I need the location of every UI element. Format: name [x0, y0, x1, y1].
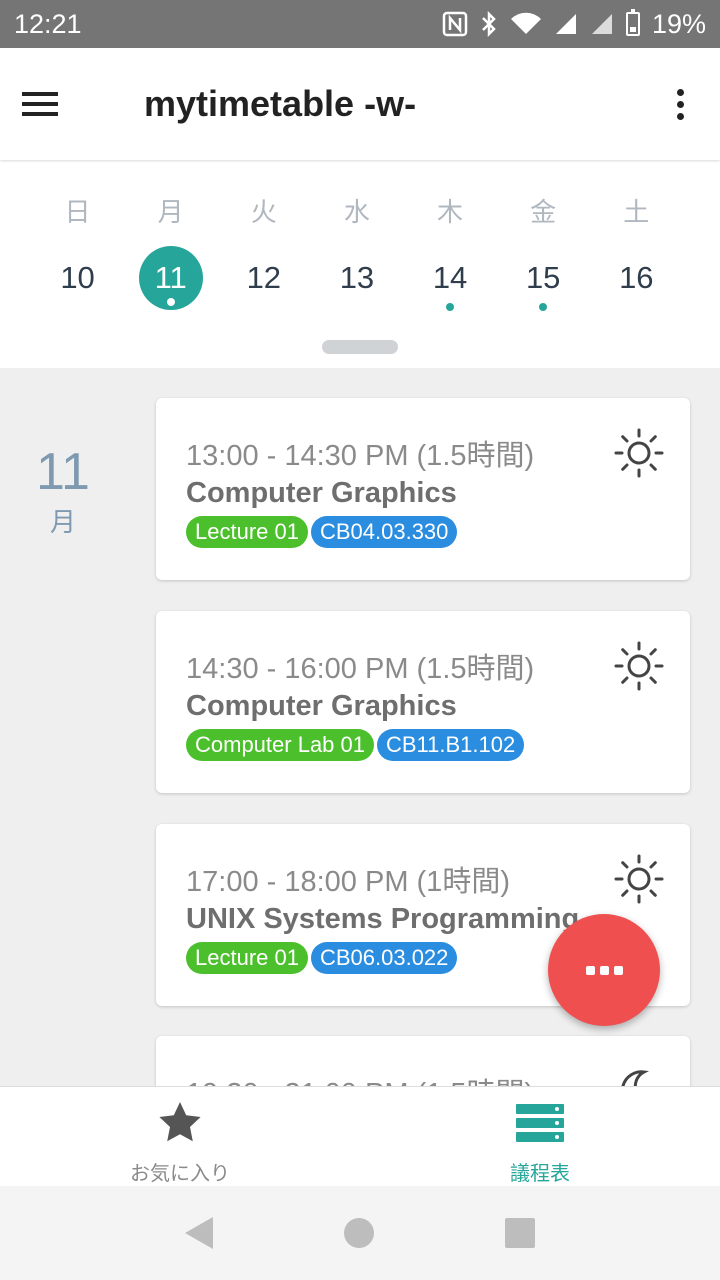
event-type-tag: Lecture 01 — [186, 942, 308, 974]
date-cell[interactable]: 11 — [138, 246, 203, 310]
event-card[interactable]: 13:00 - 14:30 PM (1.5時間) Computer Graphi… — [156, 398, 690, 580]
nav-schedule-label: 議程表 — [510, 1163, 570, 1185]
date-cell[interactable]: 15 — [511, 246, 575, 311]
date-number: 14 — [432, 260, 468, 295]
sun-icon — [614, 641, 664, 691]
day-weekday: 月 — [49, 507, 76, 537]
star-icon — [154, 1097, 206, 1149]
battery-icon — [625, 9, 640, 36]
date-cell[interactable]: 13 — [325, 246, 389, 310]
dot-icon — [613, 965, 623, 975]
system-navigation — [0, 1186, 720, 1280]
event-type-tag: Computer Lab 01 — [186, 729, 374, 761]
weekday-label: 土 — [623, 197, 650, 227]
weekday-header: 日月火水木金土 — [31, 192, 683, 229]
date-cell[interactable]: 16 — [604, 246, 668, 310]
bottom-navigation: お気に入り 議程表 — [0, 1086, 720, 1186]
weekday-label: 金 — [530, 197, 557, 227]
event-room-tag: CB06.03.022 — [310, 942, 458, 974]
event-subject: UNIX Systems Programming — [186, 903, 580, 935]
wifi-icon — [510, 9, 542, 39]
more-options-button[interactable] — [640, 48, 720, 160]
weekday-label: 木 — [437, 197, 464, 227]
week-strip: 日 月 火 水 木 金 土 10 11 12 13 14 15 16 — [0, 160, 720, 368]
date-number: 16 — [619, 260, 654, 295]
event-time: 17:00 - 18:00 PM (1時間) — [186, 866, 510, 898]
weekday-label: 日 — [64, 197, 91, 227]
more-vert-icon — [676, 88, 684, 120]
back-icon[interactable] — [185, 1217, 214, 1249]
drag-handle[interactable] — [322, 340, 398, 354]
event-indicator-dot — [539, 303, 548, 311]
date-number: 15 — [525, 260, 561, 295]
battery-percent: 19% — [651, 8, 706, 39]
status-time: 12:21 — [14, 8, 82, 39]
day-label: 11 月 — [28, 444, 98, 539]
event-time: 14:30 - 16:00 PM (1.5時間) — [186, 653, 535, 685]
event-subject: Computer Graphics — [186, 477, 457, 509]
nav-favorites[interactable]: お気に入り — [0, 1087, 360, 1186]
event-subject: Computer Graphics — [186, 690, 457, 722]
event-room-tag: CB04.03.330 — [310, 516, 458, 548]
sun-icon — [614, 854, 664, 904]
weekday-label: 月 — [157, 197, 184, 227]
event-card[interactable]: 14:30 - 16:00 PM (1.5時間) Computer Graphi… — [156, 611, 690, 793]
weekday-label: 火 — [250, 197, 277, 227]
sun-icon — [614, 428, 664, 478]
menu-button[interactable] — [0, 48, 80, 160]
signal-icon — [554, 9, 578, 39]
status-bar: 12:21 19% — [0, 0, 720, 48]
recents-icon[interactable] — [504, 1218, 535, 1248]
weekday-label: 水 — [343, 197, 370, 227]
nav-favorites-label: お気に入り — [130, 1163, 230, 1185]
schedule-icon — [514, 1097, 566, 1149]
bluetooth-icon — [480, 9, 498, 39]
event-type-tag: Lecture 01 — [186, 516, 308, 548]
event-time: 13:00 - 14:30 PM (1.5時間) — [186, 440, 535, 472]
date-cell[interactable]: 12 — [232, 246, 296, 310]
dot-icon — [585, 965, 595, 975]
event-room-tag: CB11.B1.102 — [377, 729, 525, 761]
nav-schedule[interactable]: 議程表 — [360, 1087, 720, 1186]
signal-icon — [590, 9, 614, 39]
day-number: 11 — [36, 443, 90, 501]
app-title: mytimetable -w- — [144, 83, 417, 124]
date-number: 13 — [339, 260, 375, 295]
dot-icon — [599, 965, 609, 975]
date-number: 12 — [246, 260, 282, 295]
date-number: 10 — [60, 260, 95, 295]
app-bar: mytimetable -w- — [0, 48, 720, 160]
date-cell[interactable]: 14 — [418, 246, 482, 311]
event-indicator-dot — [446, 303, 455, 311]
more-actions-fab[interactable] — [548, 914, 660, 1026]
date-number: 11 — [154, 260, 187, 295]
nfc-icon — [442, 9, 468, 39]
event-indicator-dot — [166, 298, 175, 306]
hamburger-icon — [22, 92, 58, 116]
date-row: 10 11 12 13 14 15 16 — [31, 246, 683, 311]
date-cell[interactable]: 10 — [46, 246, 110, 310]
home-icon[interactable] — [343, 1218, 374, 1248]
